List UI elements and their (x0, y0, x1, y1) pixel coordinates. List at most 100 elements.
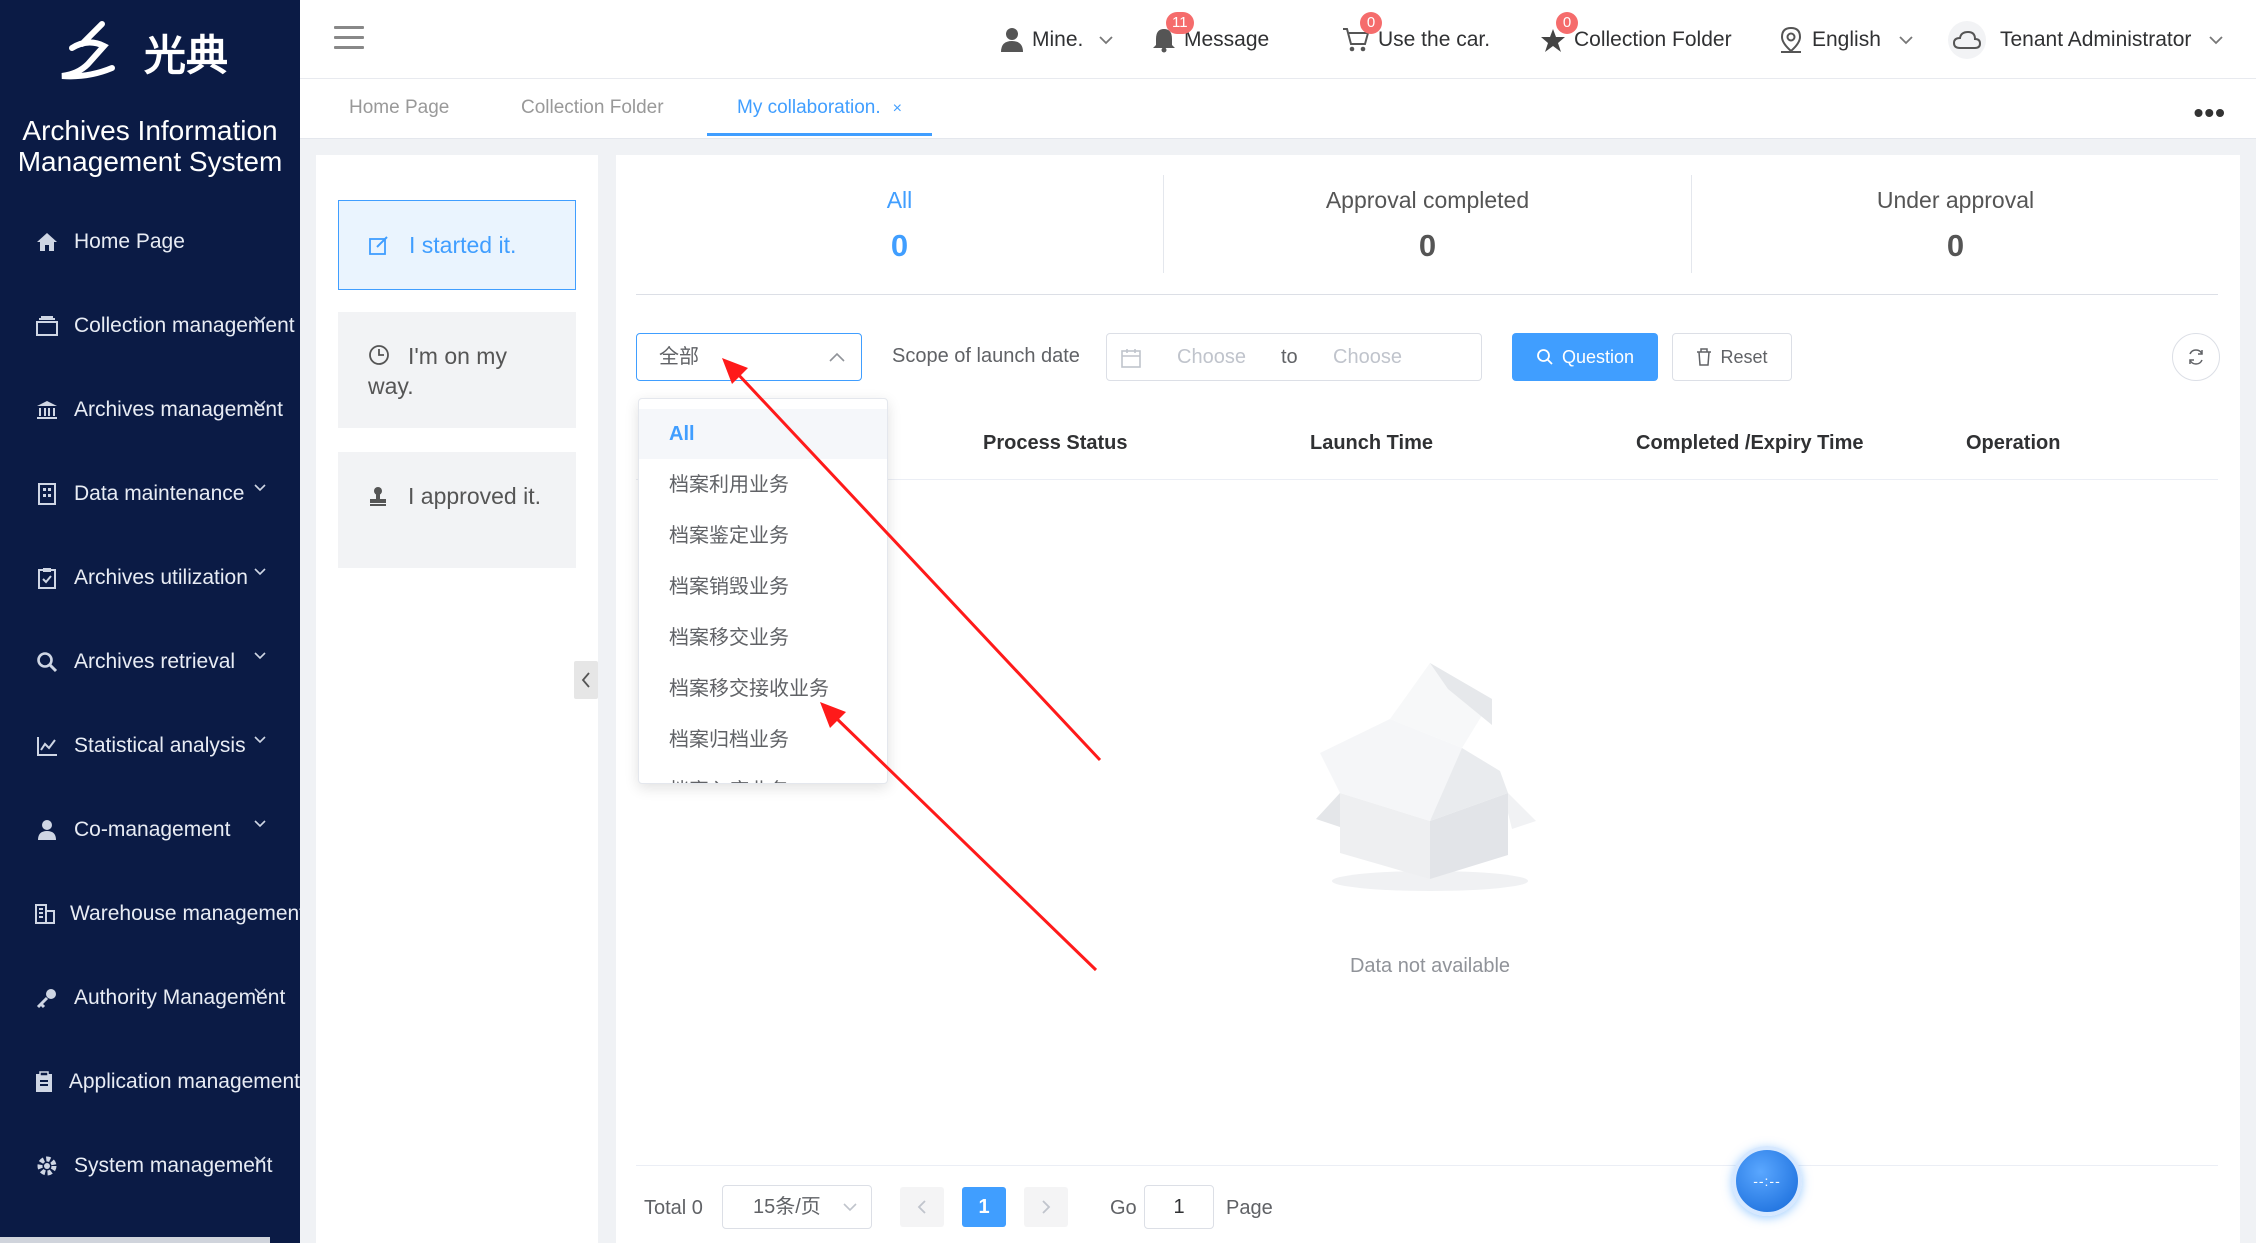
sidebar-item-co-management[interactable]: Co-management (0, 788, 300, 872)
sidebar-item-archives-utilization[interactable]: Archives utilization (0, 536, 300, 620)
dropdown-option[interactable]: 档案销毁业务 (639, 562, 887, 612)
chevron-down-icon (254, 652, 266, 660)
user-icon (1000, 27, 1024, 53)
search-icon (34, 649, 60, 675)
sidebar-item-authority[interactable]: Authority Management (0, 956, 300, 1040)
chevron-up-icon (829, 352, 845, 362)
sidebar-item-archives-management[interactable]: Archives management (0, 368, 300, 452)
gear-icon (34, 1153, 60, 1179)
dropdown-option[interactable]: 档案移交业务 (639, 613, 887, 663)
car-badge: 0 (1360, 12, 1382, 34)
prev-page-button[interactable] (900, 1187, 944, 1227)
dropdown-option[interactable]: 档案利用业务 (639, 460, 887, 510)
page-number-button[interactable]: 1 (962, 1187, 1006, 1227)
user-menu[interactable]: Tenant Administrator (1948, 0, 2224, 79)
stat-approval-completed[interactable]: Approval completed 0 (1164, 175, 1691, 275)
sidebar-item-collection[interactable]: Collection management (0, 284, 300, 368)
column-header: Process Status (983, 432, 1128, 454)
stat-under-approval[interactable]: Under approval 0 (1692, 175, 2219, 275)
page-label: Page (1226, 1197, 1273, 1219)
empty-state-text: Data not available (1349, 955, 1511, 977)
message-label: Message (1184, 27, 1270, 51)
use-car-label: Use the car. (1378, 27, 1491, 51)
search-icon (1537, 349, 1553, 365)
go-label: Go (1110, 1197, 1137, 1219)
floating-assistant-button[interactable]: --:-- (1732, 1146, 1802, 1216)
sidebar-item-home[interactable]: Home Page (0, 200, 300, 284)
clipboard-icon (34, 1069, 55, 1095)
sidebar-item-data-maintenance[interactable]: Data maintenance (0, 452, 300, 536)
chevron-down-icon (2209, 35, 2224, 44)
dropdown-option[interactable]: 档案移交接收业务 (639, 664, 887, 714)
status-summary: All 0 Approval completed 0 Under approva… (636, 175, 2218, 295)
use-car-menu[interactable]: Use the car. 0 (1342, 0, 1490, 79)
calendar-icon (1121, 349, 1141, 368)
sidebar-item-label: Statistical analysis (74, 734, 246, 757)
next-page-button[interactable] (1024, 1187, 1068, 1227)
approved-by-me-button[interactable]: I approved it. (338, 452, 576, 568)
sidebar-item-warehouse[interactable]: Warehouse management (0, 872, 300, 956)
key-icon (34, 985, 60, 1011)
business-type-value: 全部 (659, 346, 699, 368)
stat-value: 0 (1946, 228, 1965, 263)
column-header: Operation (1966, 432, 2061, 454)
more-icon[interactable]: ••• (2194, 97, 2226, 129)
dropdown-option[interactable]: 档案归档业务 (639, 715, 887, 765)
language-menu[interactable]: English (1778, 0, 1913, 79)
message-badge: 11 (1166, 12, 1194, 34)
sidebar-item-label: Co-management (74, 818, 231, 841)
empty-state-illustration (1280, 643, 1580, 913)
user-label: Tenant Administrator (2000, 27, 2192, 51)
collapse-panel-button[interactable] (574, 661, 598, 699)
sidebar-item-label: Home Page (74, 230, 185, 253)
brand-logo: 光典 (58, 18, 244, 88)
date-end-input[interactable]: Choose (1333, 346, 1402, 369)
trash-icon (1697, 348, 1712, 366)
date-separator: to (1281, 346, 1298, 368)
sidebar-item-label: Data maintenance (74, 482, 245, 505)
dropdown-option[interactable]: 档案鉴定业务 (639, 511, 887, 561)
chevron-down-icon (843, 1203, 857, 1212)
stat-value: 0 (1418, 228, 1437, 263)
page-size-select[interactable]: 15条/页 (722, 1185, 872, 1229)
chevron-left-icon (581, 672, 590, 688)
building-icon (34, 481, 60, 507)
tab-home-page[interactable]: Home Page (349, 79, 449, 136)
language-label: English (1812, 27, 1881, 51)
date-start-input[interactable]: Choose (1177, 346, 1246, 369)
sidebar-item-label: Warehouse management (70, 902, 300, 925)
launch-date-range-picker[interactable]: Choose to Choose (1106, 333, 1482, 381)
tab-my-collaboration[interactable]: My collaboration. × (707, 79, 932, 136)
jump-page-input[interactable]: 1 (1144, 1185, 1214, 1229)
tab-bar: Home Page Collection Folder My collabora… (300, 79, 2256, 139)
stamp-icon (368, 484, 390, 512)
edit-icon (369, 233, 391, 261)
dropdown-option-all[interactable]: All (639, 409, 887, 459)
sidebar-scrollbar[interactable] (0, 1237, 270, 1243)
collection-folder-menu[interactable]: Collection Folder 0 (1540, 0, 1732, 79)
column-header: Completed /Expiry Time (1636, 432, 1864, 454)
business-type-select[interactable]: 全部 (636, 333, 862, 381)
menu-toggle-icon[interactable] (334, 26, 364, 52)
divider (636, 1165, 2218, 1166)
bank-icon (34, 397, 60, 423)
sidebar-item-statistical-analysis[interactable]: Statistical analysis (0, 704, 300, 788)
system-title: Archives Information Management System (17, 115, 283, 177)
mine-menu[interactable]: Mine. (1000, 0, 1113, 79)
stat-label: All (886, 187, 913, 213)
started-by-me-button[interactable]: I started it. (338, 200, 576, 290)
tab-collection-folder[interactable]: Collection Folder (521, 79, 664, 136)
query-button[interactable]: Question (1512, 333, 1658, 381)
on-my-way-button[interactable]: I'm on my way. (338, 312, 576, 428)
dropdown-option[interactable]: 档案入库业务 (639, 766, 887, 783)
refresh-button[interactable] (2172, 333, 2220, 381)
reset-button[interactable]: Reset (1672, 333, 1792, 381)
sidebar-item-application[interactable]: Application management (0, 1040, 300, 1124)
close-icon[interactable]: × (893, 100, 902, 117)
sidebar-item-system[interactable]: System management (0, 1124, 300, 1208)
message-menu[interactable]: Message 11 (1152, 0, 1269, 79)
sidebar-item-archives-retrieval[interactable]: Archives retrieval (0, 620, 300, 704)
stat-all[interactable]: All 0 (636, 175, 1163, 275)
business-type-dropdown: All 档案利用业务 档案鉴定业务 档案销毁业务 档案移交业务 档案移交接收业务… (638, 398, 888, 784)
chart-icon (34, 733, 60, 759)
